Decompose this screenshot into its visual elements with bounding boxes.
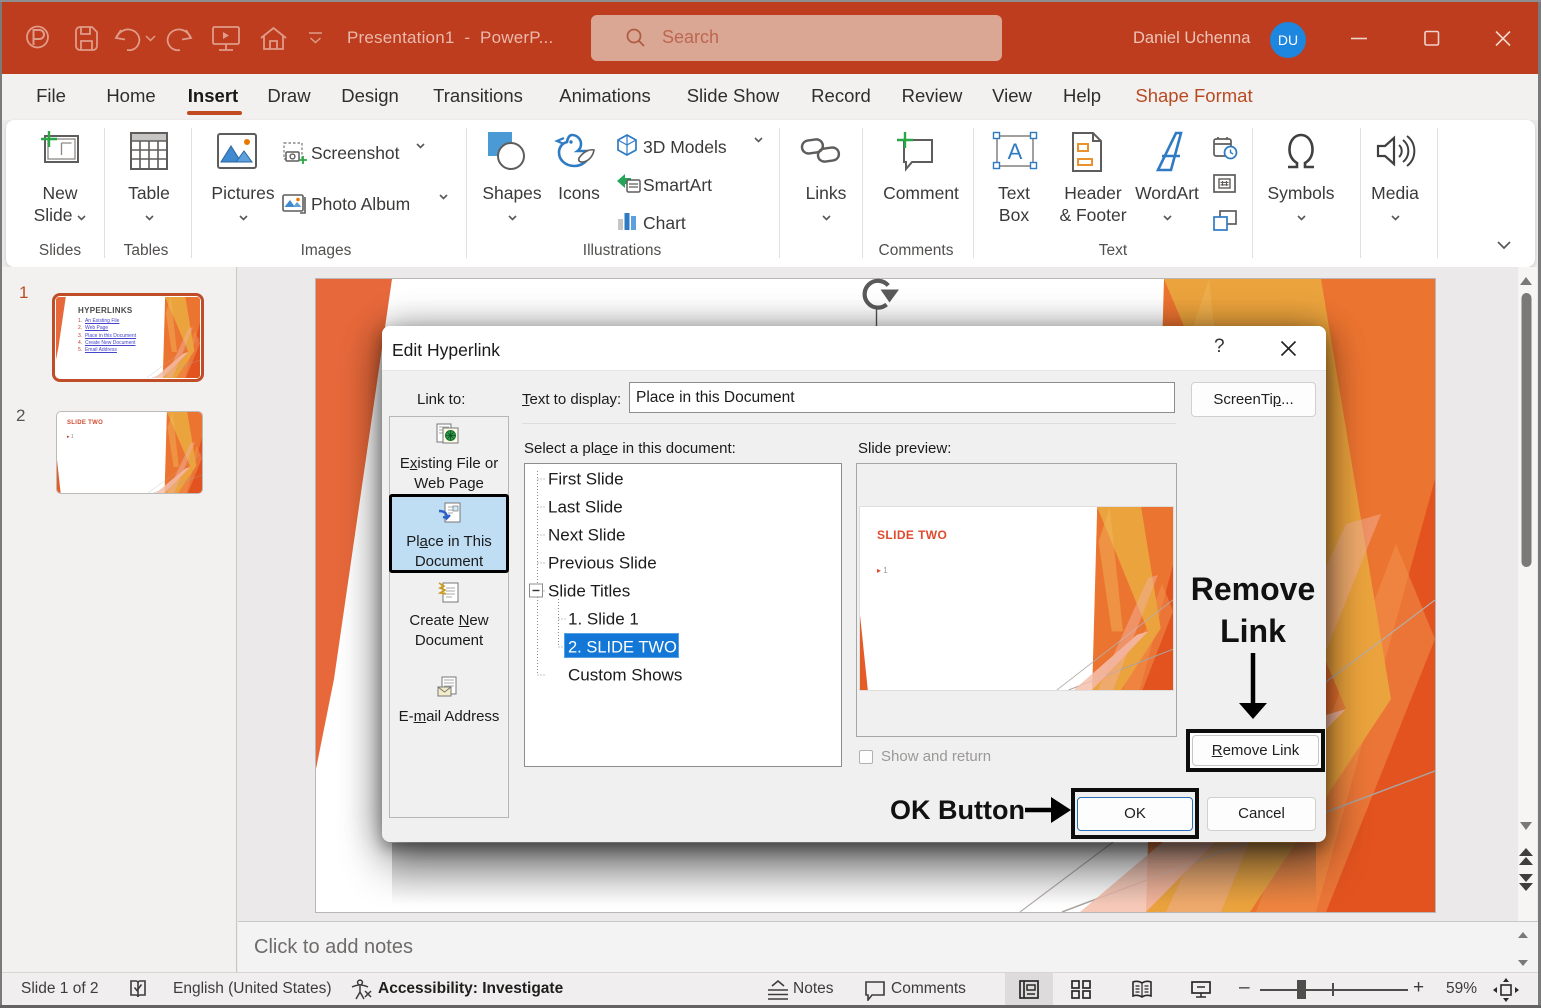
svg-text:Next Slide: Next Slide bbox=[548, 526, 625, 545]
svg-text:A: A bbox=[1008, 139, 1023, 164]
svg-text:2. SLIDE TWO: 2. SLIDE TWO bbox=[568, 639, 677, 657]
svg-text:First Slide: First Slide bbox=[548, 470, 624, 489]
svg-text:Custom Shows: Custom Shows bbox=[568, 666, 682, 685]
svg-text:Last Slide: Last Slide bbox=[548, 498, 623, 517]
svg-text:1. Slide 1: 1. Slide 1 bbox=[568, 610, 639, 629]
svg-text:Slide Titles: Slide Titles bbox=[548, 582, 630, 601]
svg-text:Previous Slide: Previous Slide bbox=[548, 554, 657, 573]
